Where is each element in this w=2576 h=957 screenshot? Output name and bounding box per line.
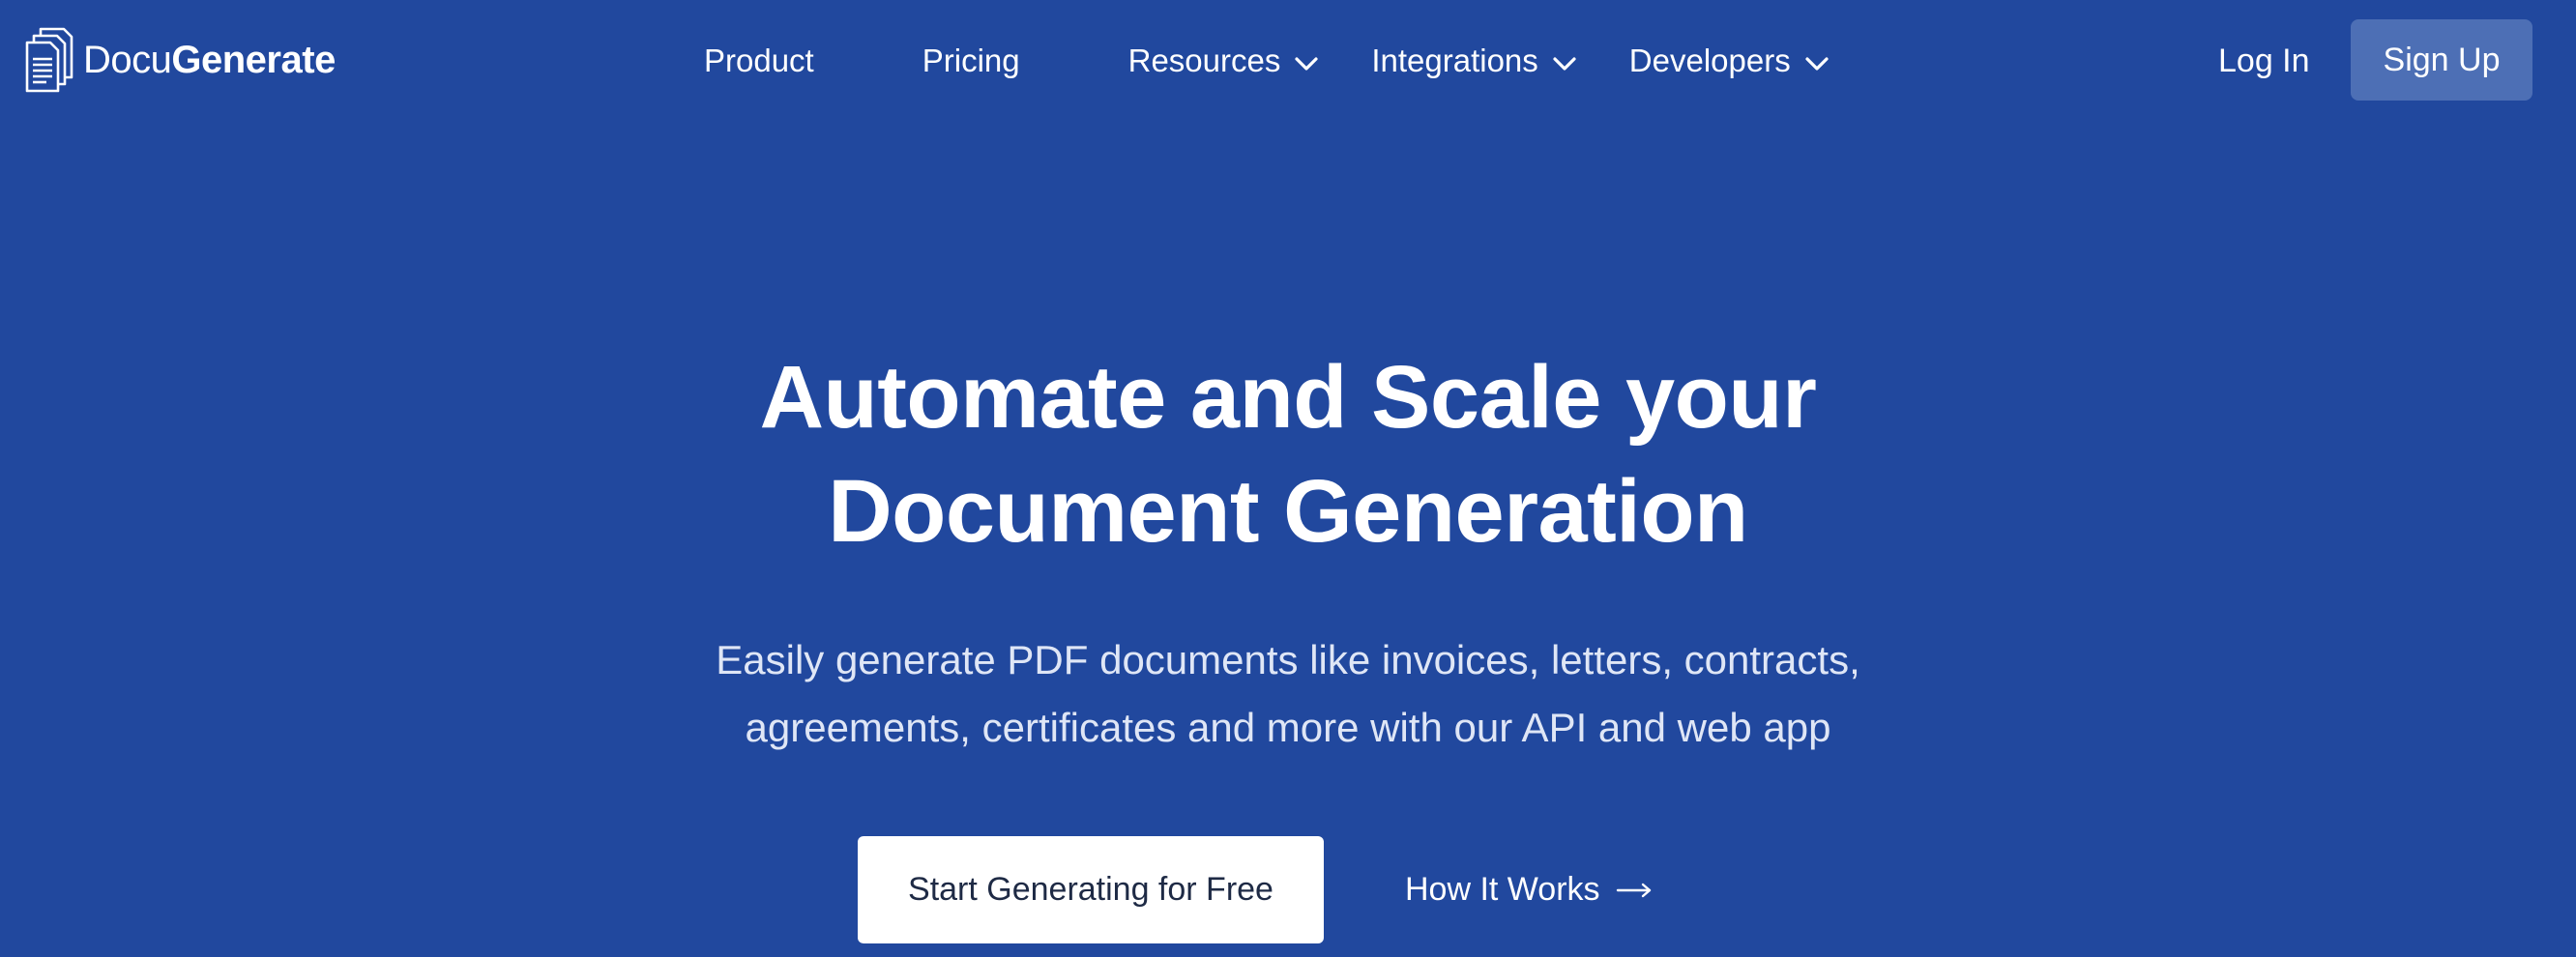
brand-name-light: Docu <box>83 38 172 81</box>
nav-developers[interactable]: Developers <box>1629 42 1833 80</box>
brand-name-bold: Generate <box>171 38 336 81</box>
hero-title: Automate and Scale your Document Generat… <box>0 340 2576 568</box>
top-navigation: DocuGenerate Product Pricing Resources I… <box>0 0 2576 124</box>
start-generating-button[interactable]: Start Generating for Free <box>858 836 1324 943</box>
arrow-right-icon <box>1616 883 1651 897</box>
main-nav: Product Pricing Resources Integrations D… <box>704 29 1833 93</box>
nav-developers-label: Developers <box>1628 43 1791 78</box>
how-it-works-link[interactable]: How It Works <box>1405 836 1653 943</box>
nav-pricing[interactable]: Pricing <box>922 43 1020 79</box>
nav-pricing-label: Pricing <box>922 43 1020 78</box>
nav-integrations[interactable]: Integrations <box>1371 42 1580 80</box>
document-stack-icon <box>25 27 73 93</box>
signup-button[interactable]: Sign Up <box>2351 19 2532 101</box>
nav-product[interactable]: Product <box>704 43 814 79</box>
hero-subtitle: Easily generate PDF documents like invoi… <box>0 626 2576 762</box>
hero-subtitle-line-1: Easily generate PDF documents like invoi… <box>716 637 1860 682</box>
login-link[interactable]: Log In <box>2218 29 2310 93</box>
chevron-down-icon <box>1553 57 1576 71</box>
nav-product-label: Product <box>704 43 814 78</box>
hero-title-line-2: Document Generation <box>828 462 1748 561</box>
hero-subtitle-line-2: agreements, certificates and more with o… <box>745 705 1831 750</box>
brand-logo[interactable]: DocuGenerate <box>25 27 336 93</box>
chevron-down-icon <box>1805 57 1829 71</box>
page: DocuGenerate Product Pricing Resources I… <box>0 0 2576 957</box>
nav-resources[interactable]: Resources <box>1128 42 1324 80</box>
how-it-works-label: How It Works <box>1405 871 1600 908</box>
brand-name: DocuGenerate <box>83 39 336 82</box>
hero-title-line-1: Automate and Scale your <box>759 348 1817 447</box>
chevron-down-icon <box>1295 57 1318 71</box>
nav-integrations-label: Integrations <box>1371 43 1538 78</box>
nav-resources-label: Resources <box>1127 43 1281 78</box>
